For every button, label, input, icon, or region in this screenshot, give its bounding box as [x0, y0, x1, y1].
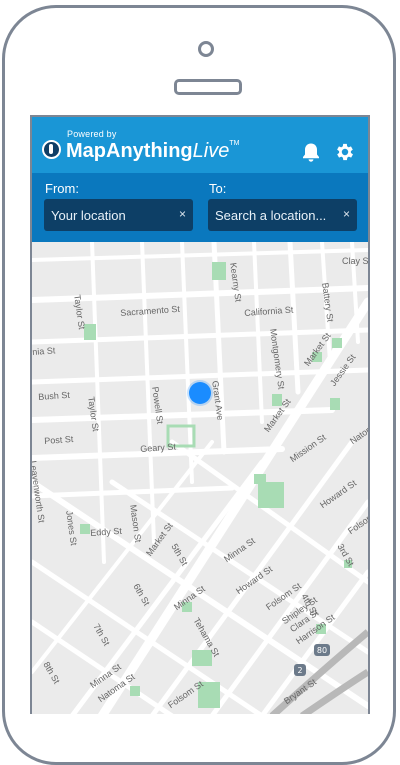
app-brand: MapAnythingLiveTM: [66, 140, 239, 163]
map-view[interactable]: 80 2 Clay S Kearny St California St Batt…: [32, 242, 368, 714]
route-2-shield: 2: [297, 666, 302, 675]
clear-from-icon[interactable]: ×: [179, 207, 186, 221]
app-header: Powered by MapAnythingLiveTM: [32, 117, 368, 173]
from-input-value: Your location: [51, 208, 126, 223]
to-label: To:: [209, 181, 227, 196]
brand-tm: TM: [229, 140, 240, 147]
from-input[interactable]: Your location ×: [44, 199, 193, 231]
street-label: Clay S: [342, 256, 369, 266]
gear-icon[interactable]: [334, 141, 356, 163]
brand-live: Live: [192, 140, 230, 162]
to-input-placeholder: Search a location...: [215, 208, 327, 223]
street-label: Post St: [44, 433, 74, 446]
route-80-shield: 80: [317, 646, 327, 655]
clear-to-icon[interactable]: ×: [343, 207, 350, 221]
street-label: nia St: [32, 345, 56, 357]
phone-speaker: [174, 79, 242, 95]
powered-by-label: Powered by: [67, 129, 117, 139]
bell-icon[interactable]: [300, 141, 322, 163]
to-input[interactable]: Search a location... ×: [208, 199, 357, 231]
route-search-bar: From: To: Your location × Search a locat…: [32, 173, 368, 242]
phone-camera: [198, 41, 214, 57]
current-location-marker[interactable]: [189, 382, 211, 404]
app-screen: Powered by MapAnythingLiveTM From: To: Y…: [30, 115, 370, 714]
map-pin-logo-icon: [42, 140, 61, 159]
brand-main: MapAnything: [66, 140, 193, 162]
from-label: From:: [45, 181, 79, 196]
